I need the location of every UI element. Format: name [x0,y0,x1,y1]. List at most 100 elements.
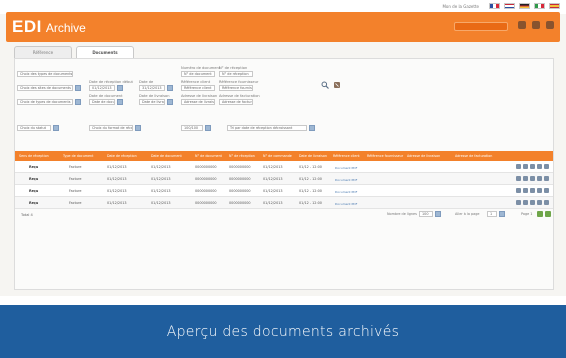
ref-supplier-input[interactable]: Référence fournisseur [219,85,253,91]
calendar-icon[interactable] [167,99,173,105]
column-header[interactable]: Référence fournisseur [367,154,403,158]
ref-supplier-label: Référence fournisseur [219,80,259,84]
language-bar: Mon de la Gazette [442,3,560,9]
documents-table: Sens de réception Type de document Date … [15,151,553,209]
column-header[interactable]: Référence client [333,154,360,158]
status-dropdown-icon[interactable] [53,125,59,131]
sort-dropdown-icon[interactable] [309,125,315,131]
calendar-icon[interactable] [167,85,173,91]
cell-reception-number: 0000000000 [229,165,251,169]
print-icon[interactable] [530,164,535,169]
delete-icon[interactable] [544,164,549,169]
column-header[interactable]: Type de document [63,154,93,158]
reset-icon[interactable] [333,81,341,89]
column-header[interactable]: Date de livraison [299,154,327,158]
column-header[interactable]: Adresse de livraison [407,154,440,158]
cell-file-link[interactable]: Document PDF [335,178,357,182]
view-icon[interactable] [516,176,521,181]
help-icon[interactable] [532,21,540,29]
client-select[interactable]: Choix de types de documents [17,99,73,105]
download-icon[interactable] [523,188,528,193]
delete-icon[interactable] [544,188,549,193]
column-header[interactable]: N° de document [195,154,222,158]
column-header[interactable]: N° de réception [229,154,255,158]
flag-fr-icon[interactable] [489,3,500,9]
header-account-button[interactable] [454,22,508,31]
mail-icon[interactable] [537,164,542,169]
column-header[interactable]: Sens de réception [19,154,49,158]
download-icon[interactable] [523,176,528,181]
cell-file-link[interactable]: Document PDF [335,166,357,170]
format-select[interactable]: Choix du format de réception [89,125,133,131]
client-dropdown-icon[interactable] [75,99,81,105]
prev-page-icon[interactable] [537,211,543,217]
column-header[interactable]: Adresse de facturation [455,154,492,158]
cell-file-link[interactable]: Document PDF [335,202,357,206]
column-header[interactable]: N° de commande [263,154,292,158]
flag-en-icon[interactable] [504,3,515,9]
table-row[interactable]: Reçu Facture 01/12/2013 01/12/2013 00000… [15,173,553,185]
brand-main: EDI [12,17,42,36]
view-icon[interactable] [516,164,521,169]
column-header[interactable]: Date de réception [107,154,137,158]
print-icon[interactable] [530,200,535,205]
print-icon[interactable] [530,176,535,181]
date-from-label: Date de réception début [89,80,133,84]
format-dropdown-icon[interactable] [135,125,141,131]
tab-documents[interactable]: Documents [76,46,134,58]
delete-icon[interactable] [544,176,549,181]
logout-icon[interactable] [546,21,554,29]
flag-de-icon[interactable] [519,3,530,9]
go-to-page-input[interactable]: 1 [487,211,497,217]
ref-client-input[interactable]: Référence client [181,85,215,91]
cell-doc-number: 0000000000 [195,177,217,181]
status-select[interactable]: Choix du statut [17,125,51,131]
date-from-input[interactable]: 01/12/2013 [89,85,115,91]
date-doc2-input[interactable]: Date de livraison [139,99,165,105]
sort-select[interactable]: Tri par date de réception décroissant [227,125,307,131]
date-doc-input[interactable]: Date de document [89,99,115,105]
view-icon[interactable] [516,188,521,193]
calendar-icon[interactable] [117,99,123,105]
doc-number-input[interactable]: N° de document [181,71,215,77]
table-row[interactable]: Reçu Facture 01/12/2013 01/12/2013 00000… [15,161,553,173]
tab-reference[interactable]: Référence [14,46,72,58]
rows-dropdown-icon[interactable] [435,211,441,217]
download-icon[interactable] [523,164,528,169]
delivery-address-input[interactable]: Adresse de livraison [181,99,215,105]
next-page-icon[interactable] [545,211,551,217]
page-nav-label: Page 1 [521,212,533,216]
date-to-input[interactable]: 31/12/2013 [139,85,165,91]
site-dropdown-icon[interactable] [75,85,81,91]
per-page-select[interactable]: 100/100 [181,125,203,131]
cell-type: Facture [69,189,82,193]
date-doc2-label: Date de livraison [139,94,170,98]
mail-icon[interactable] [537,200,542,205]
date-to-label: Date de [139,80,154,84]
view-icon[interactable] [516,200,521,205]
search-panel: Choix des types de documents Choix des s… [14,58,554,290]
mail-icon[interactable] [537,188,542,193]
mail-icon[interactable] [537,176,542,181]
reception-number-input[interactable]: N° de réception [219,71,253,77]
delete-icon[interactable] [544,200,549,205]
per-page-dropdown-icon[interactable] [205,125,211,131]
billing-address-input[interactable]: Adresse de facturation [219,99,253,105]
home-icon[interactable] [518,21,526,29]
calendar-icon[interactable] [117,85,123,91]
go-icon[interactable] [499,211,505,217]
cell-date-document: 01/12/2013 [151,165,171,169]
download-icon[interactable] [523,200,528,205]
flag-es-icon[interactable] [549,3,560,9]
cell-file-link[interactable]: Document PDF [335,190,357,194]
flag-it-icon[interactable] [534,3,545,9]
table-row[interactable]: Reçu Facture 01/12/2013 01/12/2013 00000… [15,185,553,197]
print-icon[interactable] [530,188,535,193]
document-type-select[interactable]: Choix des types de documents [17,71,73,77]
cell-reception-number: 0000000000 [229,189,251,193]
rows-per-page-input[interactable]: 100 [419,211,433,217]
search-icon[interactable] [321,81,329,89]
site-select[interactable]: Choix des sites de documents [17,85,73,91]
table-row[interactable]: Reçu Facture 01/12/2013 01/12/2013 00000… [15,197,553,209]
column-header[interactable]: Date de document [151,154,182,158]
